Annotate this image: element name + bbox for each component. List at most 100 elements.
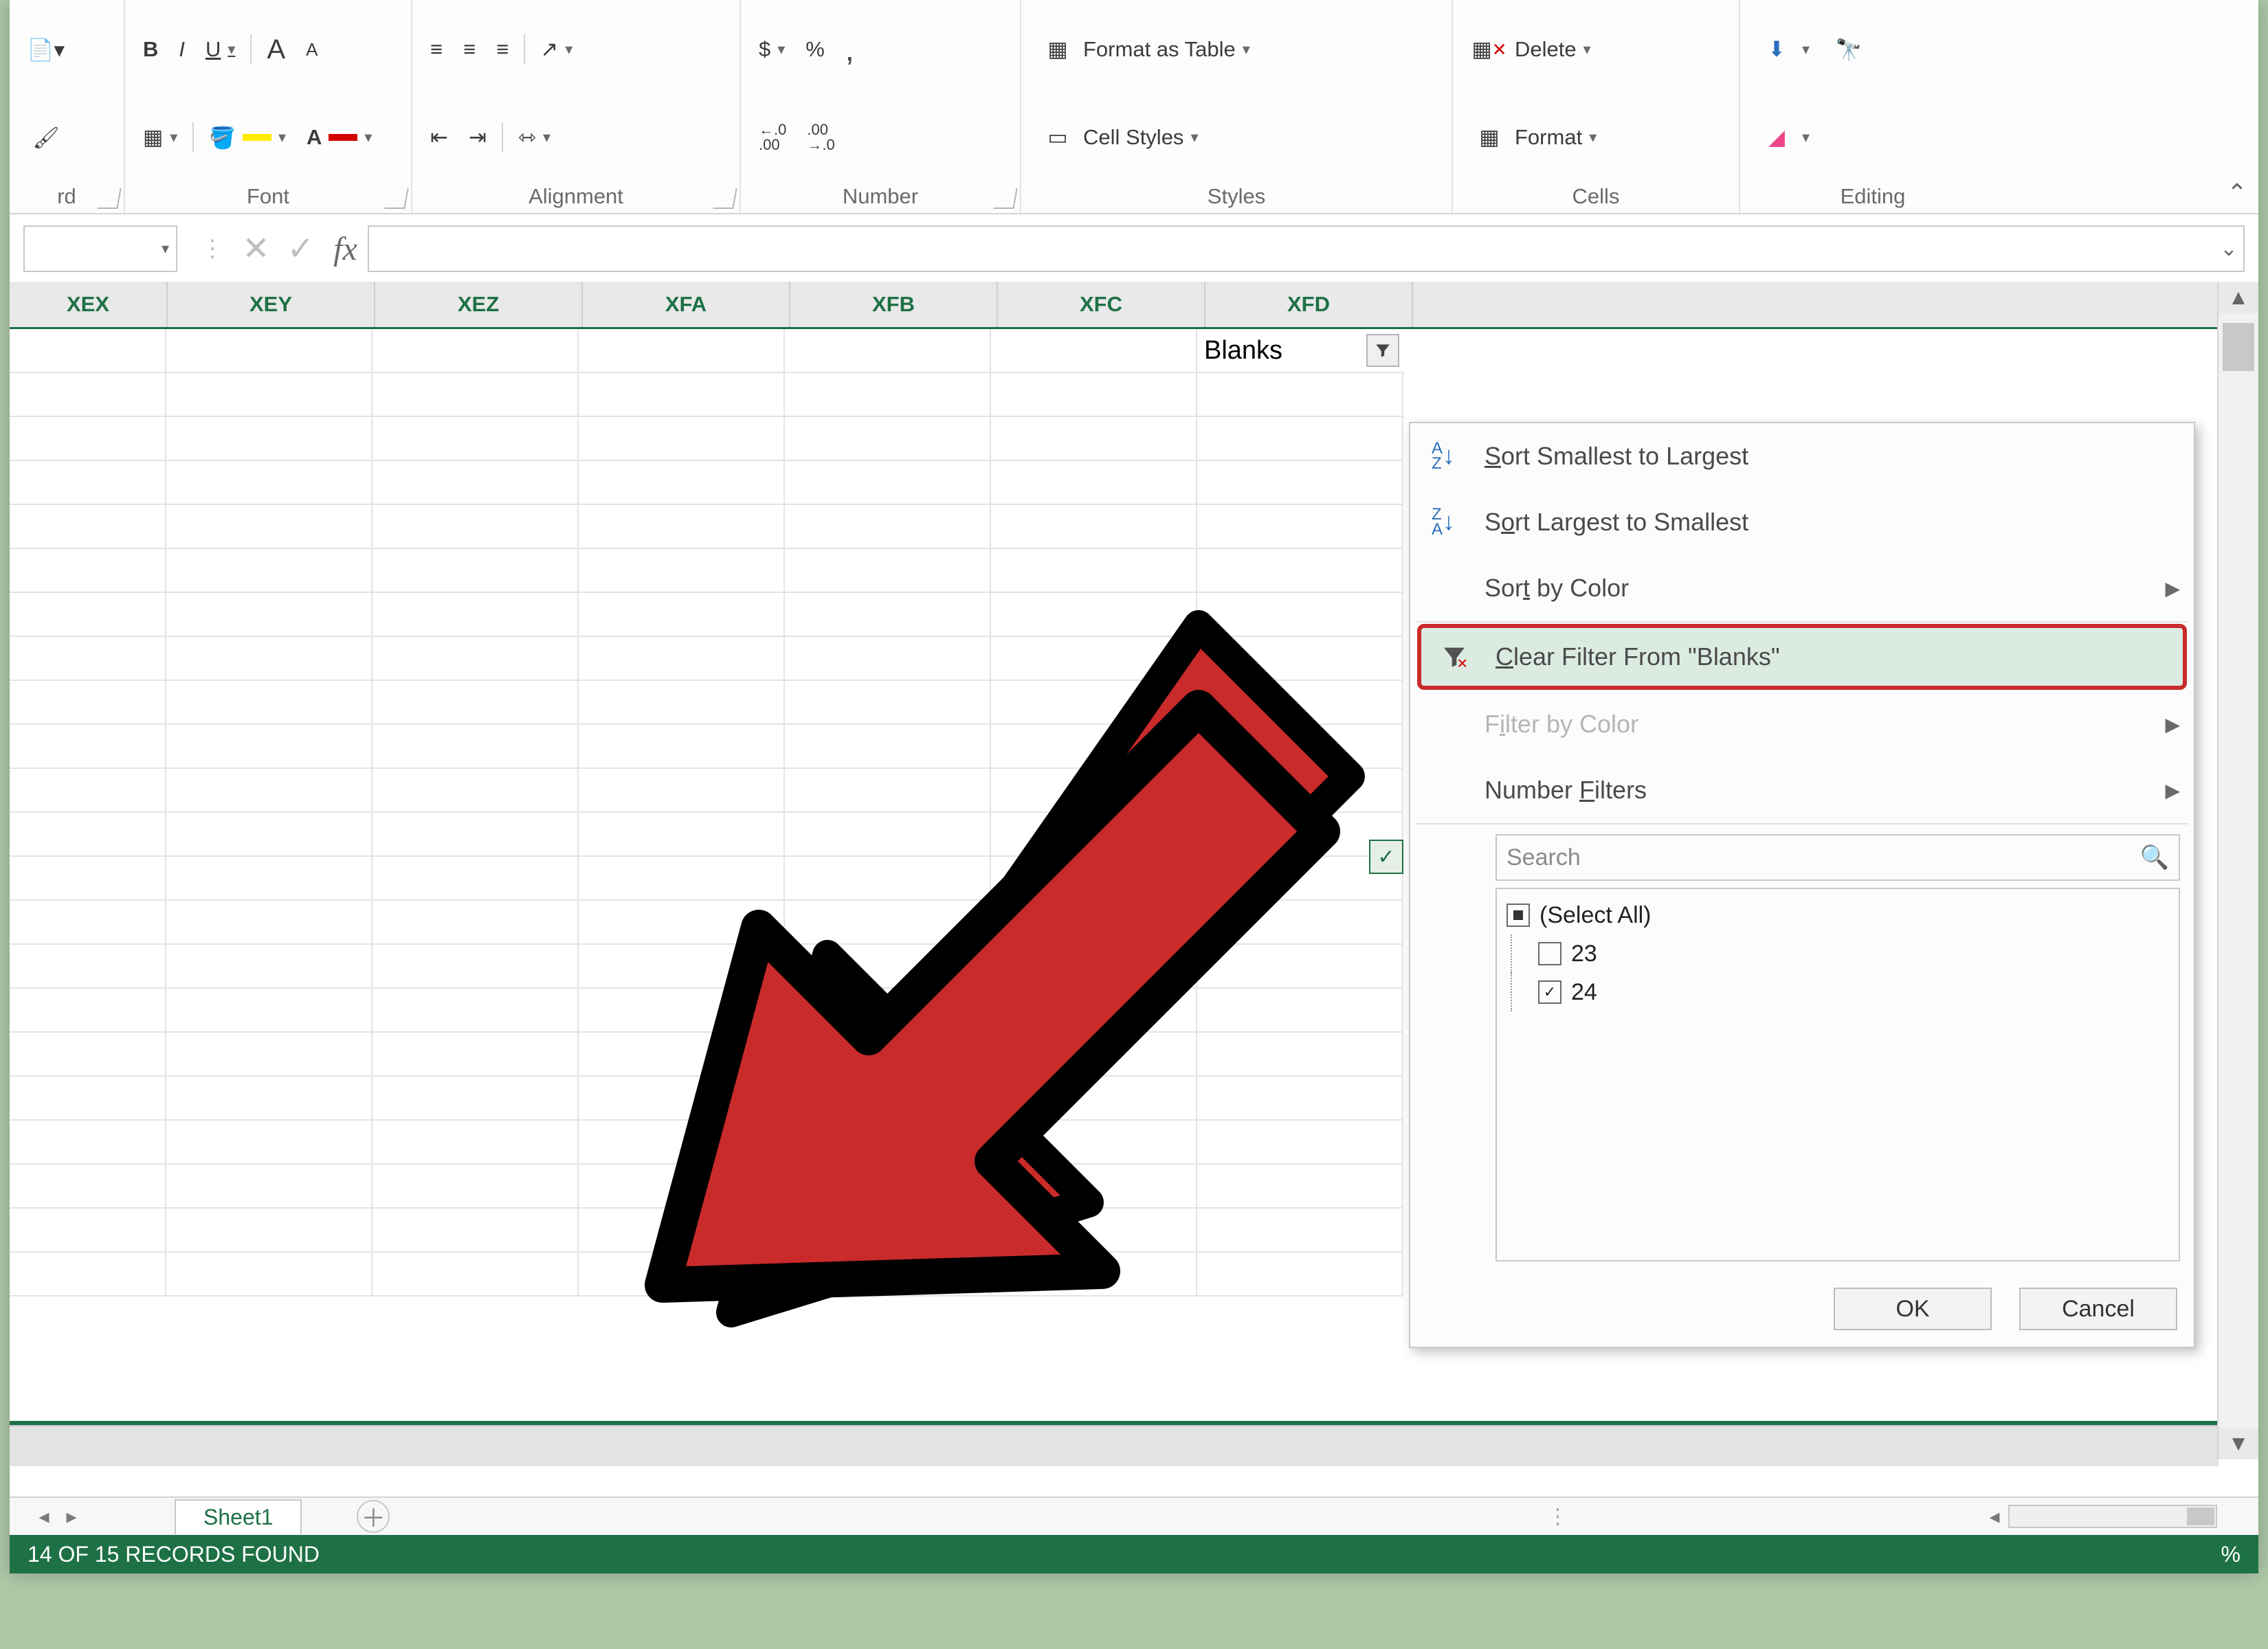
borders-button[interactable]: ▦▾ [137,122,183,153]
cell[interactable] [785,813,991,857]
cell[interactable] [785,901,991,945]
cell[interactable] [10,725,166,769]
fx-button[interactable]: fx [323,227,368,271]
cell[interactable] [10,505,166,549]
cell[interactable] [10,373,166,417]
cell[interactable] [785,989,991,1033]
cell[interactable] [1197,637,1403,681]
cell[interactable] [373,505,579,549]
cell[interactable] [785,461,991,505]
cell[interactable] [10,1121,166,1165]
cell[interactable] [1197,373,1403,417]
scroll-down-icon[interactable]: ▼ [2219,1428,2258,1459]
number-filters-item[interactable]: Number Filters ▶ [1410,757,2194,823]
cell[interactable] [373,549,579,593]
merge-center-button[interactable]: ⇿▾ [513,122,556,153]
cell[interactable] [1197,593,1403,637]
cell[interactable] [373,1121,579,1165]
cell[interactable] [785,769,991,813]
cell[interactable] [166,725,373,769]
cell[interactable] [785,417,991,461]
cell[interactable] [991,549,1197,593]
fill-button[interactable]: ⬇▾ [1753,28,1815,71]
cell[interactable] [10,1033,166,1077]
expand-formula-icon[interactable]: ⌄ [2220,236,2238,261]
cell[interactable] [373,461,579,505]
format-painter-button[interactable]: 🖌 [22,116,70,159]
cell[interactable] [991,989,1197,1033]
find-select-button[interactable]: 🔭 [1825,28,1873,71]
percent-button[interactable]: % [800,34,830,65]
cell[interactable] [166,329,373,373]
column-filter-button[interactable] [1366,334,1399,367]
cell[interactable] [991,1077,1197,1121]
cancel-formula-button[interactable]: ✕ [234,227,278,271]
column-header[interactable]: XFD [1205,282,1413,327]
cell[interactable] [1197,901,1403,945]
tab-split-handle-icon[interactable]: ⋮ [1547,1504,1568,1529]
cell[interactable] [166,1121,373,1165]
align-top-button[interactable]: ≡ [425,34,448,65]
checkbox-checked-icon[interactable] [1538,980,1561,1004]
cell[interactable] [373,1165,579,1209]
cell[interactable] [785,1077,991,1121]
checkbox-indeterminate-icon[interactable] [1507,904,1530,927]
italic-button[interactable]: I [173,34,190,65]
cell[interactable] [785,1209,991,1253]
comma-button[interactable]: , [840,28,860,71]
cell[interactable] [373,417,579,461]
cell[interactable] [991,1033,1197,1077]
cell[interactable] [785,1033,991,1077]
cell[interactable] [1197,769,1403,813]
cell[interactable] [991,1209,1197,1253]
cell[interactable] [785,681,991,725]
cell[interactable] [1197,549,1403,593]
sort-by-color-item[interactable]: Sort by Color ▶ [1410,555,2194,621]
cell[interactable] [10,461,166,505]
bold-button[interactable]: B [137,34,164,65]
cancel-button[interactable]: Cancel [2019,1288,2177,1330]
cell[interactable] [785,549,991,593]
cell[interactable] [579,1077,785,1121]
cell[interactable] [10,417,166,461]
cell[interactable] [991,813,1197,857]
horizontal-scrollbar[interactable] [2008,1505,2217,1528]
tab-nav-prev-icon[interactable]: ◂ [30,1503,58,1530]
cell[interactable] [991,637,1197,681]
cell[interactable] [991,461,1197,505]
cell[interactable] [1197,1209,1403,1253]
underline-button[interactable]: U▾ [200,34,241,65]
cell[interactable] [579,373,785,417]
cell[interactable] [579,417,785,461]
cell[interactable] [166,505,373,549]
cell[interactable] [166,1165,373,1209]
cell[interactable] [166,549,373,593]
cell[interactable] [579,813,785,857]
delete-cells-button[interactable]: ▦✕Delete▾ [1465,28,1597,71]
filter-search-input[interactable]: Search 🔍 [1496,834,2180,881]
column-header[interactable]: XEY [168,282,375,327]
cell[interactable] [10,989,166,1033]
cell[interactable] [991,329,1197,373]
column-header[interactable]: XFA [583,282,790,327]
cell[interactable] [579,1121,785,1165]
cell[interactable] [991,681,1197,725]
column-header[interactable]: XEX [10,282,168,327]
cell[interactable] [373,857,579,901]
cell[interactable] [579,769,785,813]
cell[interactable] [991,417,1197,461]
cell[interactable] [991,1121,1197,1165]
cell[interactable] [166,813,373,857]
cell[interactable] [1197,1121,1403,1165]
cell[interactable] [1197,1033,1403,1077]
cell[interactable] [166,373,373,417]
cell[interactable] [10,549,166,593]
font-color-button[interactable]: A▾ [301,122,377,153]
cell[interactable] [1197,725,1403,769]
cell[interactable] [166,901,373,945]
cell[interactable] [10,1209,166,1253]
enter-formula-button[interactable]: ✓ [278,227,323,271]
cell[interactable] [373,681,579,725]
cell[interactable] [166,989,373,1033]
cell[interactable] [785,373,991,417]
